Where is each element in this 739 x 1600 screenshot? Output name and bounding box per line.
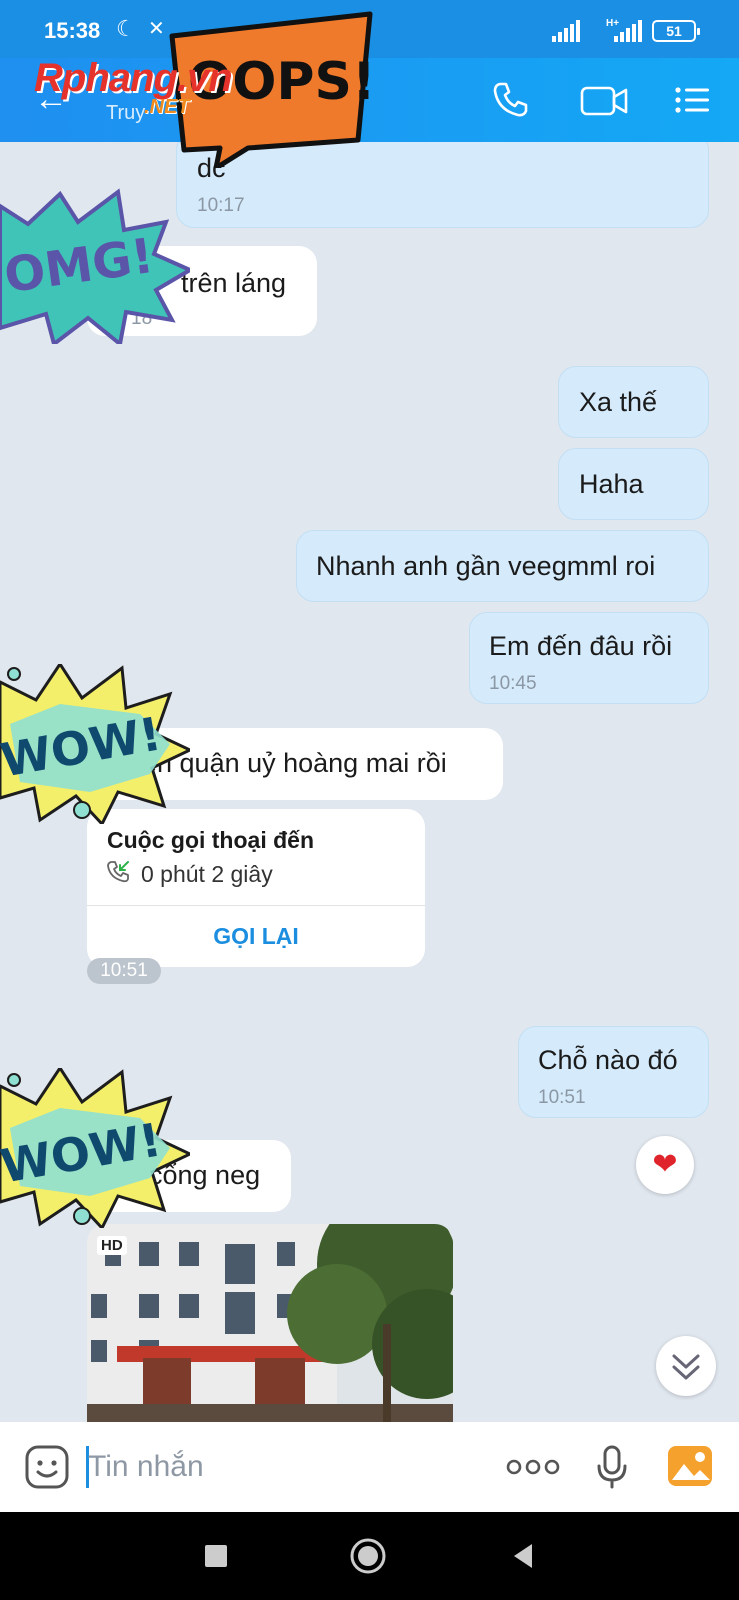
message-input[interactable] <box>88 1444 478 1490</box>
sticker-emoji-icon[interactable] <box>24 1444 70 1490</box>
incoming-call-icon <box>107 861 129 883</box>
call-title: Cuộc gọi thoại đến <box>107 827 314 853</box>
call-card[interactable]: Cuộc gọi thoại đến 0 phút 2 giây GỌI LẠI <box>87 809 425 967</box>
microphone-icon[interactable] <box>592 1444 632 1490</box>
message-bubble[interactable]: Nhanh anh gần veegmml roi <box>296 530 709 602</box>
message-text: trên láng <box>181 268 287 298</box>
photo-message[interactable]: HD <box>87 1224 453 1422</box>
wow-sticker: WOW! <box>0 664 190 824</box>
battery-indicator: 51 <box>652 20 700 42</box>
message-text: Chỗ nào đó <box>538 1045 678 1075</box>
wow-sticker: WOW! <box>0 1068 190 1228</box>
home-icon[interactable] <box>348 1536 388 1576</box>
signal-icon <box>552 20 582 42</box>
message-time: 10:51 <box>538 1087 586 1108</box>
message-list[interactable]: dc 10:17 trên láng 18 Xa thế Haha Nhanh … <box>0 142 739 1422</box>
message-text: Nhanh anh gần veegmml roi <box>316 551 656 581</box>
message-time: 10:17 <box>197 195 245 216</box>
message-time: 10:45 <box>489 673 537 694</box>
omg-sticker: OMG! <box>0 186 190 344</box>
moon-icon: ☾ <box>116 16 136 41</box>
message-text: Xa thế <box>579 387 658 417</box>
message-time-pill: 10:51 <box>87 958 161 984</box>
menu-list-icon[interactable] <box>670 78 714 122</box>
phone-icon[interactable] <box>488 78 532 122</box>
logo-text: Rphang.vn <box>34 56 233 100</box>
message-text: Em đến đâu rồi <box>489 631 673 661</box>
message-bubble[interactable]: Haha <box>558 448 709 520</box>
heart-reaction-icon[interactable]: ❤ <box>636 1136 694 1194</box>
signal-icon-2 <box>614 20 644 42</box>
call-duration: 0 phút 2 giây <box>141 861 273 887</box>
message-bubble[interactable]: Em đến đâu rồi 10:45 <box>469 612 709 704</box>
message-text: Haha <box>579 469 644 499</box>
back-nav-icon[interactable] <box>506 1538 542 1574</box>
more-icon[interactable] <box>506 1456 560 1478</box>
watermark-logo: Rphang.vn .NET <box>34 56 233 126</box>
message-bubble[interactable]: Xa thế <box>558 366 709 438</box>
status-time: 15:38 <box>44 18 101 43</box>
recent-apps-icon[interactable] <box>198 1538 234 1574</box>
system-navigation-bar <box>0 1512 739 1600</box>
message-bubble[interactable]: Chỗ nào đó 10:51 <box>518 1026 709 1118</box>
building-photo <box>87 1224 453 1422</box>
double-chevron-down-icon <box>672 1354 700 1380</box>
logo-suffix: .NET <box>144 96 190 118</box>
hd-badge: HD <box>97 1236 127 1255</box>
message-composer <box>0 1422 739 1512</box>
gallery-image-icon[interactable] <box>666 1444 714 1488</box>
video-call-icon[interactable] <box>578 78 630 122</box>
scroll-to-bottom-button[interactable] <box>656 1336 716 1396</box>
